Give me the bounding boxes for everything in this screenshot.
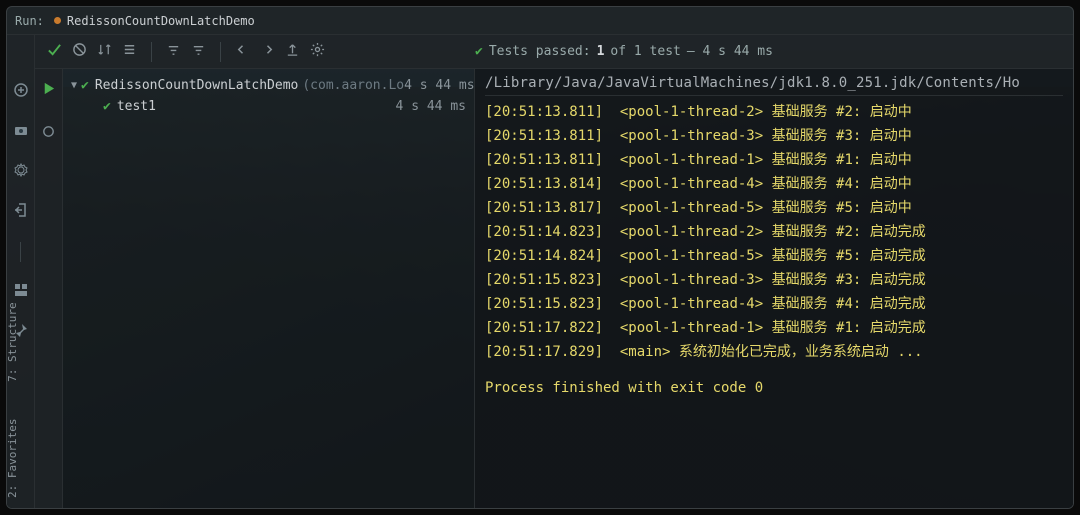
collapse-icon[interactable] [166, 42, 181, 61]
log-message: 基础服务 #1: 启动完成 [772, 320, 926, 336]
log-line: [20:51:14.824] <pool-1-thread-5> 基础服务 #5… [485, 244, 1063, 268]
log-line: [20:51:13.814] <pool-1-thread-4> 基础服务 #4… [485, 172, 1063, 196]
log-timestamp: [20:51:15.823] [485, 296, 603, 312]
test-method-name: test1 [117, 99, 156, 114]
test-class-time: 4 s 44 ms [404, 78, 474, 93]
check-icon: ✔ [81, 78, 89, 93]
log-line: [20:51:13.817] <pool-1-thread-5> 基础服务 #5… [485, 196, 1063, 220]
log-lines: [20:51:13.811] <pool-1-thread-2> 基础服务 #2… [485, 100, 1063, 364]
jdk-path: /Library/Java/JavaVirtualMachines/jdk1.8… [485, 75, 1063, 96]
test-class-meta: (com.aaron.Lo [302, 78, 404, 93]
exit-line: Process finished with exit code 0 [485, 380, 1063, 396]
body-split: ▼ ✔ RedissonCountDownLatchDemo (com.aaro… [35, 69, 1073, 508]
sort-icon[interactable] [97, 42, 112, 61]
console-output[interactable]: /Library/Java/JavaVirtualMachines/jdk1.8… [475, 69, 1073, 508]
tests-time: – 4 s 44 ms [687, 44, 773, 59]
log-timestamp: [20:51:17.829] [485, 344, 603, 360]
expand-all-icon[interactable] [191, 42, 206, 61]
log-timestamp: [20:51:13.811] [485, 152, 603, 168]
log-message: 基础服务 #3: 启动完成 [772, 272, 926, 288]
test-class-name: RedissonCountDownLatchDemo [95, 78, 299, 93]
run-topbar: Run: RedissonCountDownLatchDemo [7, 7, 1073, 35]
log-line: [20:51:17.829] <main> 系统初始化已完成，业务系统启动 ..… [485, 340, 1063, 364]
log-line: [20:51:13.811] <pool-1-thread-2> 基础服务 #2… [485, 100, 1063, 124]
toolbar-left [41, 42, 331, 62]
tree-child-row[interactable]: ✔ test1 4 s 44 ms [63, 96, 474, 117]
log-timestamp: [20:51:17.822] [485, 320, 603, 336]
config-dot-icon [54, 17, 61, 24]
toolbar-divider-2 [220, 42, 221, 62]
stop-icon[interactable] [41, 124, 56, 143]
show-ignored-icon[interactable] [72, 42, 87, 61]
log-thread: <pool-1-thread-1> [620, 152, 763, 168]
log-thread: <pool-1-thread-4> [620, 176, 763, 192]
main-area: ✔ Tests passed: 1 of 1 test – 4 s 44 ms … [35, 35, 1073, 508]
toolbar-divider-1 [151, 42, 152, 62]
next-icon[interactable] [260, 42, 275, 61]
log-line: [20:51:13.811] <pool-1-thread-3> 基础服务 #3… [485, 124, 1063, 148]
log-thread: <pool-1-thread-5> [620, 200, 763, 216]
rail-divider [20, 242, 21, 262]
log-thread: <pool-1-thread-4> [620, 296, 763, 312]
log-message: 基础服务 #5: 启动中 [772, 200, 912, 216]
export-icon[interactable] [285, 42, 300, 61]
log-thread: <pool-1-thread-3> [620, 272, 763, 288]
log-message: 基础服务 #2: 启动完成 [772, 224, 926, 240]
log-message: 基础服务 #4: 启动完成 [772, 296, 926, 312]
log-message: 基础服务 #1: 启动中 [772, 152, 912, 168]
expand-icon[interactable] [122, 42, 137, 61]
run-tool-window: Run: RedissonCountDownLatchDemo 2: Favor… [6, 6, 1074, 509]
check-icon: ✔ [103, 99, 111, 114]
log-timestamp: [20:51:15.823] [485, 272, 603, 288]
log-timestamp: [20:51:13.814] [485, 176, 603, 192]
chevron-down-icon[interactable]: ▼ [71, 80, 77, 91]
log-line: [20:51:15.823] <pool-1-thread-3> 基础服务 #3… [485, 268, 1063, 292]
test-method-time: 4 s 44 ms [396, 99, 466, 114]
log-line: [20:51:15.823] <pool-1-thread-4> 基础服务 #4… [485, 292, 1063, 316]
log-thread: <main> [620, 344, 671, 360]
exit-icon[interactable] [13, 202, 29, 222]
log-thread: <pool-1-thread-2> [620, 104, 763, 120]
check-icon: ✔ [475, 44, 483, 59]
pin-icon[interactable] [13, 322, 29, 342]
run-config-name[interactable]: RedissonCountDownLatchDemo [67, 14, 255, 28]
log-timestamp: [20:51:14.824] [485, 248, 603, 264]
toggle-skip-button[interactable] [13, 82, 29, 102]
log-message: 基础服务 #3: 启动中 [772, 128, 912, 144]
gear-icon[interactable] [310, 42, 325, 61]
test-toolbar: ✔ Tests passed: 1 of 1 test – 4 s 44 ms [35, 35, 1073, 69]
run-label: Run: [15, 14, 44, 28]
layout-icon[interactable] [13, 282, 29, 302]
log-thread: <pool-1-thread-1> [620, 320, 763, 336]
log-line: [20:51:13.811] <pool-1-thread-1> 基础服务 #1… [485, 148, 1063, 172]
log-thread: <pool-1-thread-2> [620, 224, 763, 240]
run-left-rail [7, 35, 35, 508]
log-message: 基础服务 #4: 启动中 [772, 176, 912, 192]
log-timestamp: [20:51:13.811] [485, 104, 603, 120]
tree-content: ▼ ✔ RedissonCountDownLatchDemo (com.aaro… [63, 69, 474, 123]
tests-passed-count: 1 [597, 44, 605, 59]
log-timestamp: [20:51:13.811] [485, 128, 603, 144]
log-thread: <pool-1-thread-3> [620, 128, 763, 144]
log-message: 系统初始化已完成，业务系统启动 ... [679, 344, 923, 360]
rerun-failed-icon[interactable] [41, 81, 56, 100]
tree-root-row[interactable]: ▼ ✔ RedissonCountDownLatchDemo (com.aaro… [63, 75, 474, 96]
log-timestamp: [20:51:13.817] [485, 200, 603, 216]
settings-icon[interactable] [13, 162, 29, 182]
tree-rail [35, 69, 63, 508]
content: 2: Favorites 7: Structure [7, 35, 1073, 508]
log-thread: <pool-1-thread-5> [620, 248, 763, 264]
log-timestamp: [20:51:14.823] [485, 224, 603, 240]
test-status: ✔ Tests passed: 1 of 1 test – 4 s 44 ms [475, 44, 1067, 59]
test-tree: ▼ ✔ RedissonCountDownLatchDemo (com.aaro… [35, 69, 475, 508]
camera-icon[interactable] [13, 122, 29, 142]
show-passed-icon[interactable] [47, 42, 62, 61]
tests-total: of 1 test [610, 44, 680, 59]
log-message: 基础服务 #5: 启动完成 [772, 248, 926, 264]
log-message: 基础服务 #2: 启动中 [772, 104, 912, 120]
log-line: [20:51:14.823] <pool-1-thread-2> 基础服务 #2… [485, 220, 1063, 244]
prev-icon[interactable] [235, 42, 250, 61]
tests-passed-label: Tests passed: [489, 44, 591, 59]
log-line: [20:51:17.822] <pool-1-thread-1> 基础服务 #1… [485, 316, 1063, 340]
